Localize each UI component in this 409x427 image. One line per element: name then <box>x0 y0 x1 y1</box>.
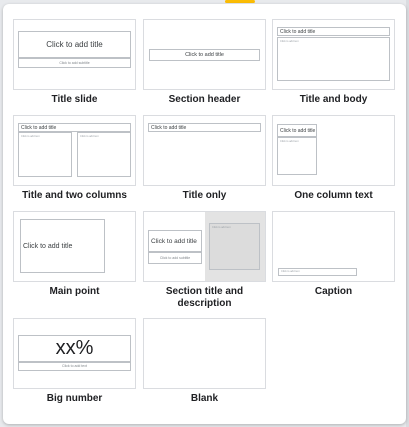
layout-thumbnail: Click to add title Click to add text <box>272 19 395 90</box>
layout-label: Section header <box>168 94 241 105</box>
title-placeholder: Click to add title <box>20 219 105 273</box>
layout-thumbnail <box>143 318 266 389</box>
layout-thumbnail: Click to add title <box>13 211 136 282</box>
layout-label: One column text <box>294 190 373 201</box>
title-placeholder: Click to add title <box>149 49 260 61</box>
left-column-placeholder: Click to add text <box>18 132 72 177</box>
body-placeholder: Click to add text <box>18 362 131 371</box>
title-placeholder: Click to add title <box>18 31 131 58</box>
layout-label: Title slide <box>51 94 98 105</box>
layout-label: Title and two columns <box>22 190 127 201</box>
layout-label: Blank <box>190 393 219 404</box>
layout-label: Title and body <box>299 94 368 105</box>
layout-thumbnail: Click to add title Click to add subtitle <box>13 19 136 90</box>
layout-thumbnail: xx% Click to add text <box>13 318 136 389</box>
layout-label: Section title and description <box>165 286 244 309</box>
layout-label: Main point <box>49 286 100 297</box>
top-accent-bar <box>225 0 255 3</box>
number-placeholder: xx% <box>18 335 131 362</box>
layout-thumbnail: Click to add title <box>143 115 266 186</box>
title-placeholder: Click to add title <box>277 124 317 137</box>
layout-thumbnail: Click to add title Click to add text Cli… <box>13 115 136 186</box>
body-placeholder: Click to add text <box>277 137 317 175</box>
caption-placeholder: Click to add text <box>278 268 357 276</box>
body-placeholder: Click to add text <box>277 37 390 81</box>
layout-thumbnail: Click to add title <box>143 19 266 90</box>
title-placeholder: Click to add title <box>148 123 261 132</box>
text-placeholder: Click to add text <box>209 223 260 270</box>
layout-thumbnail: Click to add text <box>272 211 395 282</box>
layout-label: Caption <box>314 286 353 297</box>
title-placeholder: Click to add title <box>18 123 131 132</box>
layout-picker-panel: Click to add title Click to add subtitle… <box>3 4 406 424</box>
title-placeholder: Click to add title <box>148 230 202 252</box>
layout-label: Big number <box>46 393 103 404</box>
subtitle-placeholder: Click to add subtitle <box>18 58 131 68</box>
title-placeholder: Click to add title <box>277 27 390 36</box>
layout-label: Title only <box>182 190 227 201</box>
layout-thumbnail: Click to add title Click to add subtitle… <box>143 211 266 282</box>
subtitle-placeholder: Click to add subtitle <box>148 252 202 264</box>
right-column-placeholder: Click to add text <box>77 132 131 177</box>
layout-thumbnail: Click to add title Click to add text <box>272 115 395 186</box>
